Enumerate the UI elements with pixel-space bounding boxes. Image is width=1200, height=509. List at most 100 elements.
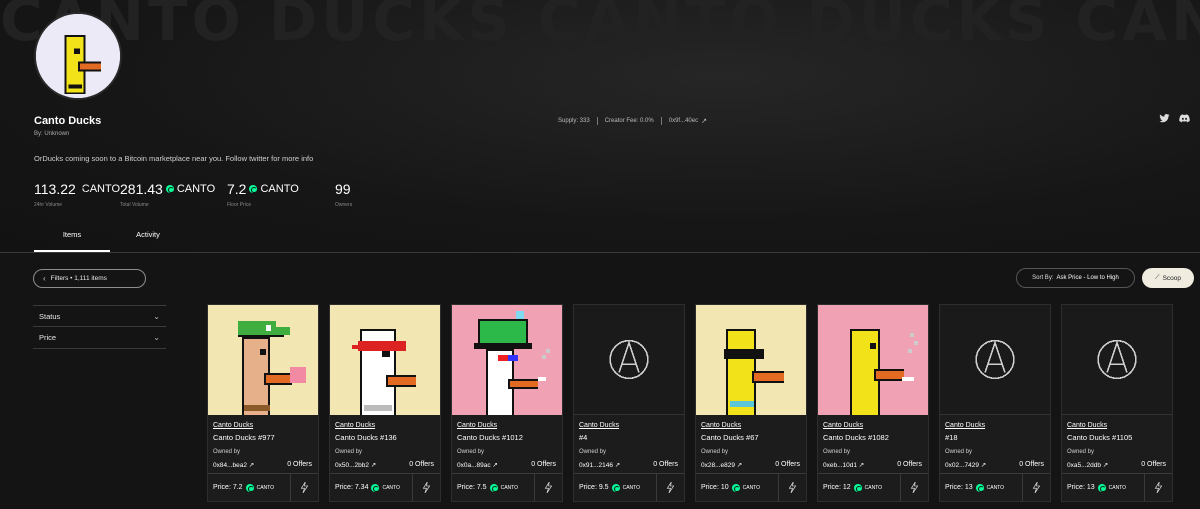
item-card[interactable]: Canto Ducks Canto Ducks #1082 Owned by 0xeb… bbox=[817, 304, 929, 502]
stat-currency: CANTO bbox=[176, 183, 216, 195]
canto-coin-icon bbox=[975, 483, 984, 492]
placeholder-image[interactable] bbox=[574, 305, 684, 415]
canto-coin-icon bbox=[249, 185, 258, 193]
item-offers: 0 Offers bbox=[531, 461, 556, 468]
item-title: Canto Ducks #1082 bbox=[823, 433, 889, 442]
filters-label: Filters • 1,111 items bbox=[50, 275, 107, 282]
lightning-icon bbox=[788, 482, 797, 493]
anarchy-placeholder-icon bbox=[574, 305, 684, 414]
item-offers: 0 Offers bbox=[287, 461, 312, 468]
item-card[interactable]: Canto Ducks #4 Owned by 0x91...2146 ↗ 0 Offe… bbox=[573, 304, 685, 502]
duck-nft-art bbox=[696, 305, 806, 415]
external-link-icon: ↗ bbox=[980, 462, 987, 469]
nft-image[interactable] bbox=[208, 305, 318, 415]
owned-by-label: Owned by bbox=[457, 449, 485, 455]
owned-by-label: Owned by bbox=[701, 449, 729, 455]
item-collection-link[interactable]: Canto Ducks bbox=[457, 422, 497, 429]
item-card[interactable]: Canto Ducks Canto Ducks #67 Owned by 0x28..… bbox=[695, 304, 807, 502]
item-price: Price: 9.5 CANTO bbox=[574, 474, 656, 501]
item-collection-link[interactable]: Canto Ducks bbox=[335, 422, 375, 429]
anarchy-placeholder-icon bbox=[940, 305, 1050, 414]
item-price: Price: 10 CANTO bbox=[696, 474, 778, 501]
sort-prefix: Sort By: bbox=[1032, 275, 1054, 281]
item-owner-link[interactable]: 0x28...e829 ↗ bbox=[701, 461, 742, 469]
chevron-down-icon: ⌄ bbox=[153, 333, 160, 342]
filter-label: Status bbox=[39, 311, 61, 321]
collection-tabs: Items Activity bbox=[34, 230, 186, 252]
supply-text: Supply: 333 bbox=[558, 118, 590, 124]
price-value: Price: 7.2 bbox=[213, 484, 243, 491]
item-card[interactable]: Canto Ducks Canto Ducks #136 Owned by 0x50.… bbox=[329, 304, 441, 502]
item-owner-link[interactable]: 0x02...7429 ↗ bbox=[945, 461, 986, 469]
external-link-icon[interactable]: ↗ bbox=[701, 117, 707, 125]
quick-buy-button[interactable] bbox=[1022, 474, 1050, 501]
owned-by-label: Owned by bbox=[823, 449, 851, 455]
item-price-row: Price: 12 CANTO bbox=[818, 473, 928, 501]
stat-value: 113.22 bbox=[34, 181, 76, 197]
item-owner-link[interactable]: 0x84...bea2 ↗ bbox=[213, 461, 254, 469]
canto-coin-icon bbox=[371, 483, 380, 492]
quick-buy-button[interactable] bbox=[1144, 474, 1172, 501]
filter-price[interactable]: Price ⌄ bbox=[33, 327, 166, 349]
nft-image[interactable] bbox=[818, 305, 928, 415]
item-owner-link[interactable]: 0xa5...2ddb ↗ bbox=[1067, 461, 1108, 469]
quick-buy-button[interactable] bbox=[778, 474, 806, 501]
item-collection-link[interactable]: Canto Ducks bbox=[823, 422, 863, 429]
stat-value: 281.43 bbox=[120, 181, 163, 197]
lightning-icon bbox=[300, 482, 309, 493]
item-collection-link[interactable]: Canto Ducks bbox=[945, 422, 985, 429]
price-value: Price: 7.5 bbox=[457, 484, 487, 491]
contract-address-link[interactable]: 0x9f...40ec bbox=[669, 118, 698, 124]
placeholder-image[interactable] bbox=[1062, 305, 1172, 415]
item-owner-link[interactable]: 0x91...2146 ↗ bbox=[579, 461, 620, 469]
tab-activity[interactable]: Activity bbox=[110, 230, 186, 252]
item-title: #4 bbox=[579, 433, 588, 442]
nft-image[interactable] bbox=[696, 305, 806, 415]
nft-image[interactable] bbox=[330, 305, 440, 415]
item-collection-link[interactable]: Canto Ducks bbox=[701, 422, 741, 429]
item-offers: 0 Offers bbox=[1019, 461, 1044, 468]
price-value: Price: 13 bbox=[1067, 484, 1095, 491]
placeholder-image[interactable] bbox=[940, 305, 1050, 415]
quick-buy-button[interactable] bbox=[656, 474, 684, 501]
price-currency: CANTO bbox=[382, 484, 400, 491]
item-card[interactable]: Canto Ducks Canto Ducks #1012 Owned by 0x0a… bbox=[451, 304, 563, 502]
item-card[interactable]: Canto Ducks Canto Ducks #1105 Owned by 0xa5… bbox=[1061, 304, 1173, 502]
item-owner-link[interactable]: 0x0a...89ac ↗ bbox=[457, 461, 498, 469]
item-owner-link[interactable]: 0xeb...10d1 ↗ bbox=[823, 461, 864, 469]
tab-items[interactable]: Items bbox=[34, 230, 110, 252]
stat-label: Floor Price bbox=[227, 202, 252, 208]
stat-24hr-volume: 113.22 CANTO 24hr Volume bbox=[34, 181, 120, 208]
item-price-row: Price: 10 CANTO bbox=[696, 473, 806, 501]
item-collection-link[interactable]: Canto Ducks bbox=[213, 422, 253, 429]
external-link-icon: ↗ bbox=[492, 462, 498, 469]
item-card[interactable]: Canto Ducks Canto Ducks #977 Owned by 0x84.… bbox=[207, 304, 319, 502]
item-price-row: Price: 9.5 CANTO bbox=[574, 473, 684, 501]
item-card[interactable]: Canto Ducks #18 Owned by 0x02...7429 ↗ 0 Off… bbox=[939, 304, 1051, 502]
item-title: Canto Ducks #1105 bbox=[1067, 433, 1133, 442]
broom-icon: ⟋ bbox=[1155, 274, 1160, 281]
stat-floor-price: 7.2 CANTO Floor Price bbox=[227, 181, 335, 208]
item-collection-link[interactable]: Canto Ducks bbox=[1067, 422, 1107, 429]
collection-meta-bar: Supply: 333 Creator Fee: 0.0% 0x9f...40e… bbox=[558, 117, 707, 125]
meta-divider bbox=[596, 117, 598, 125]
item-collection-link[interactable]: Canto Ducks bbox=[579, 422, 619, 429]
sort-dropdown[interactable]: Sort By: Ask Price - Low to High bbox=[1016, 268, 1135, 288]
price-currency: CANTO bbox=[742, 484, 761, 491]
price-currency: CANTO bbox=[986, 484, 1005, 491]
quick-buy-button[interactable] bbox=[534, 474, 562, 501]
owner-address: 0x28...e829 bbox=[701, 462, 735, 469]
twitter-icon[interactable] bbox=[1159, 113, 1170, 124]
item-owner-link[interactable]: 0x50...2bb2 ↗ bbox=[335, 461, 376, 469]
quick-buy-button[interactable] bbox=[290, 474, 318, 501]
canto-coin-icon bbox=[489, 483, 498, 492]
quick-buy-button[interactable] bbox=[412, 474, 440, 501]
scoop-button[interactable]: ⟋ Scoop bbox=[1142, 268, 1194, 288]
tabs-divider bbox=[0, 252, 1200, 253]
item-offers: 0 Offers bbox=[1141, 461, 1166, 468]
filter-status[interactable]: Status ⌄ bbox=[33, 305, 166, 327]
quick-buy-button[interactable] bbox=[900, 474, 928, 501]
discord-icon[interactable] bbox=[1179, 113, 1190, 124]
filters-toggle-button[interactable]: ‹ Filters • 1,111 items bbox=[33, 269, 146, 288]
nft-image[interactable] bbox=[452, 305, 562, 415]
